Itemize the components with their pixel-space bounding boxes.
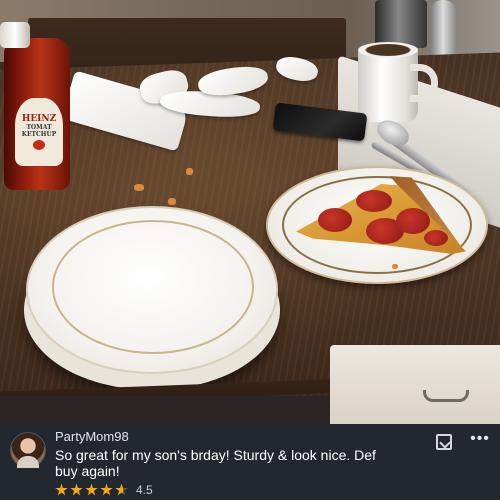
pepperoni bbox=[424, 230, 448, 246]
star-icon bbox=[100, 483, 113, 496]
more-icon[interactable]: ••• bbox=[470, 431, 490, 452]
lower-shadow bbox=[0, 396, 330, 424]
bottle-label-line1: TOMAT bbox=[26, 124, 52, 131]
utensil-holder bbox=[375, 0, 427, 48]
avatar-shoulders bbox=[17, 456, 39, 468]
pepperoni bbox=[318, 208, 352, 232]
bottle-brand: HEINZ bbox=[21, 114, 57, 124]
cabinet-drawer bbox=[330, 345, 500, 424]
crumb bbox=[392, 264, 398, 269]
drawer-handle bbox=[423, 390, 469, 402]
review-photo[interactable]: HEINZ TOMAT KETCHUP bbox=[0, 0, 500, 424]
bottle-label-line2: KETCHUP bbox=[21, 131, 57, 138]
plate-gold-rim bbox=[52, 220, 254, 354]
pepperoni bbox=[396, 208, 430, 234]
crumb bbox=[186, 168, 193, 175]
rating-value: 4.5 bbox=[136, 483, 153, 497]
star-icon bbox=[55, 483, 68, 496]
bottle-label: HEINZ TOMAT KETCHUP bbox=[15, 98, 63, 166]
star-icon bbox=[70, 483, 83, 496]
mug-rim bbox=[358, 42, 418, 58]
report-icon[interactable] bbox=[436, 434, 452, 450]
half-star-icon bbox=[115, 483, 128, 496]
review-text: So great for my son's brday! Sturdy & lo… bbox=[55, 447, 376, 479]
crumb bbox=[134, 184, 144, 191]
tomato-icon bbox=[33, 140, 45, 150]
star-icon bbox=[85, 483, 98, 496]
star-rating: 4.5 bbox=[55, 483, 153, 497]
bottle-cap bbox=[0, 22, 30, 48]
pepperoni bbox=[356, 190, 392, 212]
crumb bbox=[168, 198, 176, 205]
username[interactable]: PartyMom98 bbox=[55, 429, 129, 444]
